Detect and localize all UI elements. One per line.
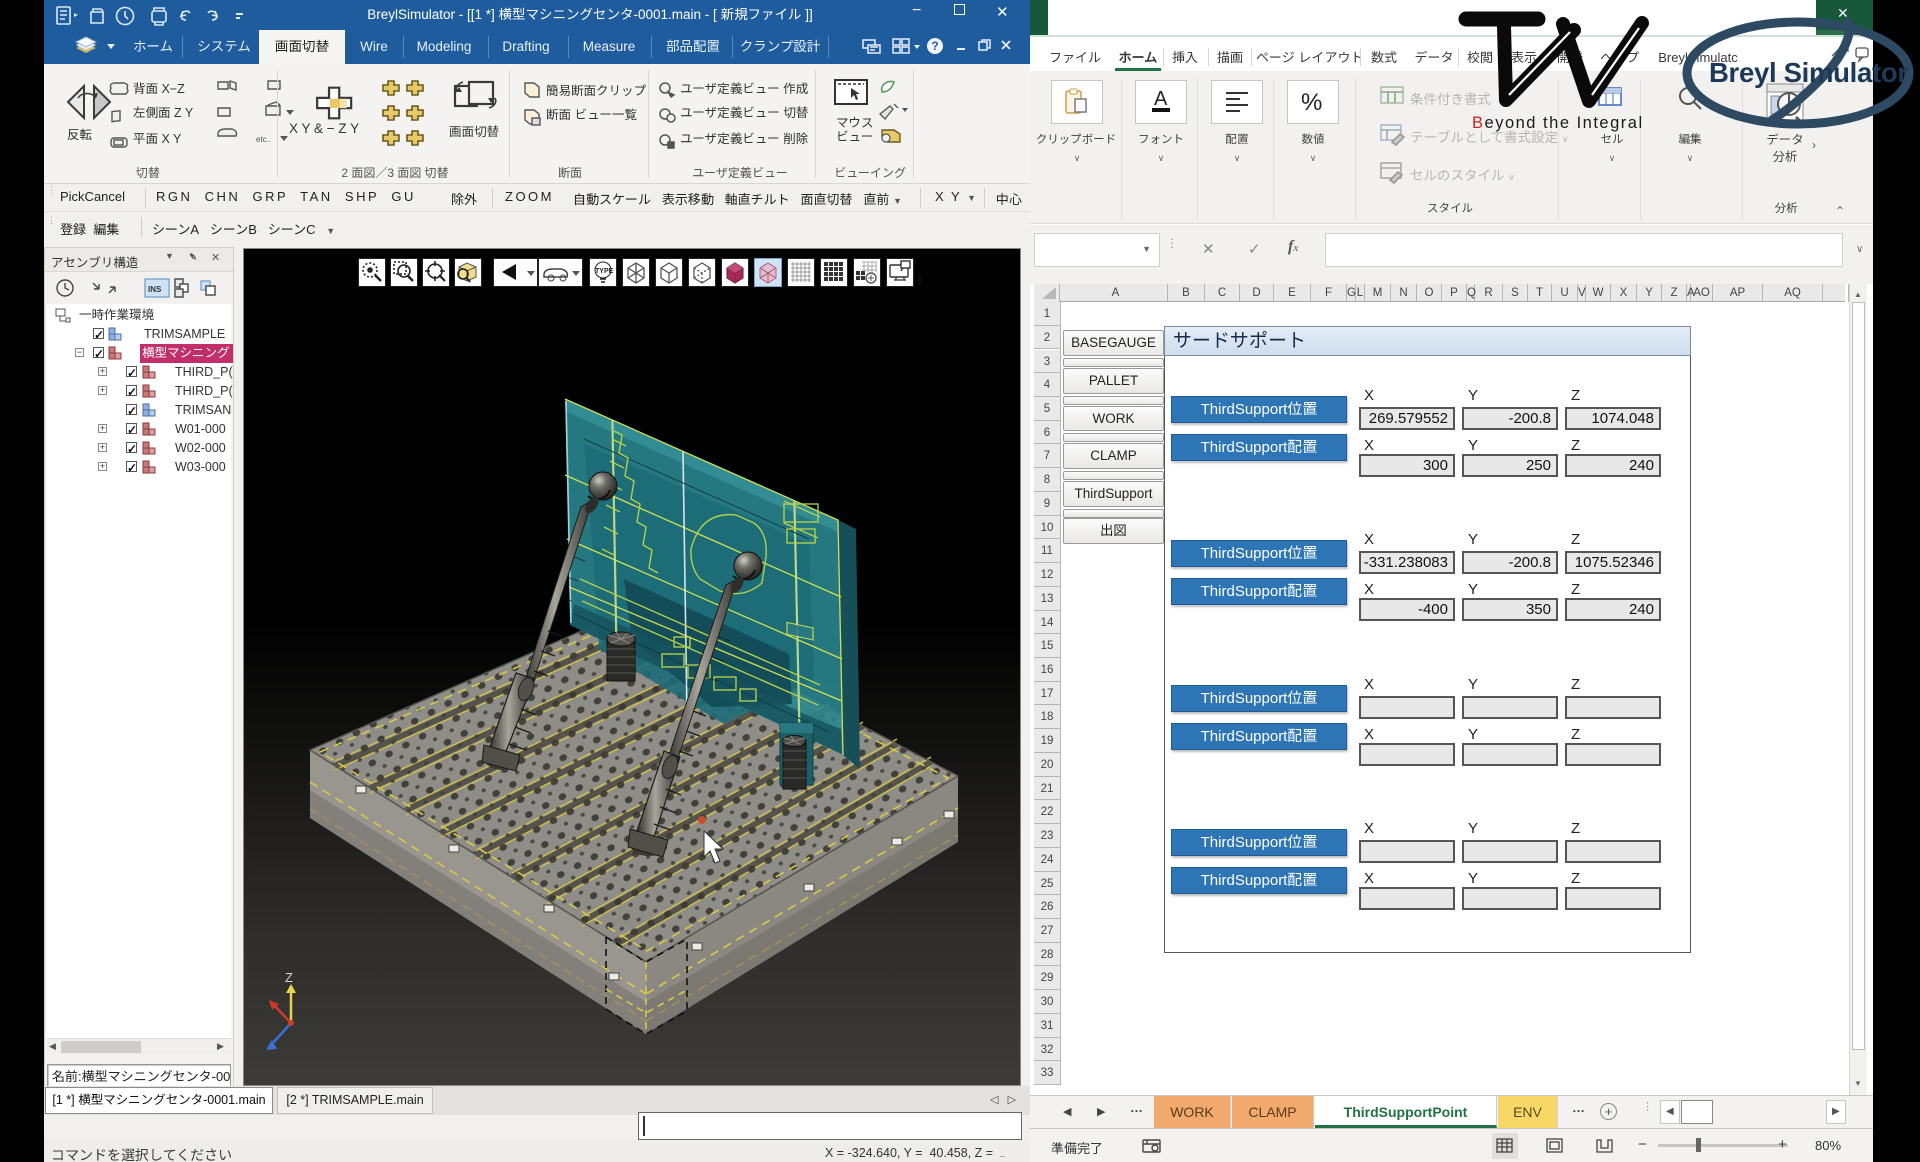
- svg-text:%: %: [1301, 89, 1322, 116]
- svg-text:Breyl Simulator: Breyl Simulator: [1709, 57, 1908, 88]
- svg-text:Z: Z: [285, 970, 293, 985]
- svg-text:etc..: etc..: [256, 135, 271, 144]
- svg-text:TYPE: TYPE: [595, 268, 614, 275]
- svg-text:Beyond the Integral: Beyond the Integral: [1472, 114, 1644, 132]
- svg-text:?: ?: [931, 39, 938, 53]
- svg-text:INS: INS: [148, 285, 162, 294]
- svg-text:A: A: [1154, 88, 1168, 110]
